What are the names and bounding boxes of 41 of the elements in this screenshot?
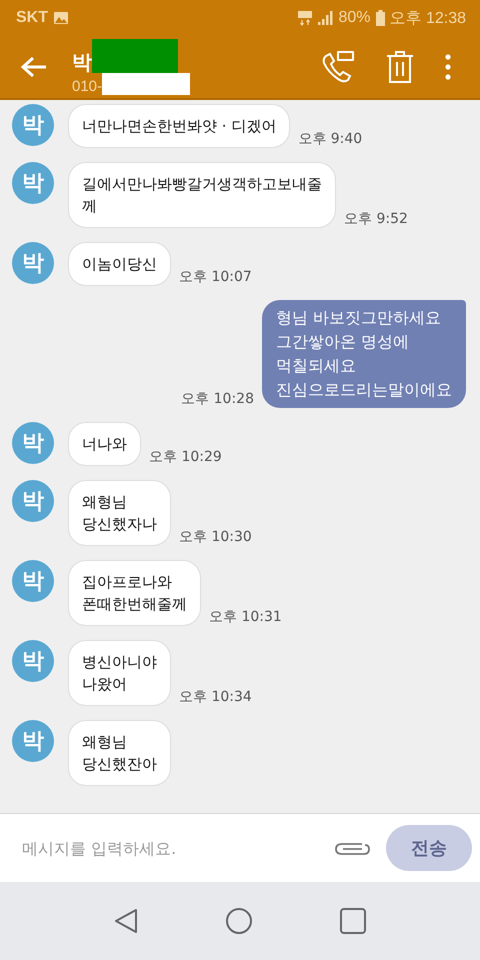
battery-icon — [376, 10, 385, 26]
home-nav-icon[interactable] — [225, 907, 253, 935]
recents-nav-icon[interactable] — [339, 907, 367, 935]
back-nav-icon[interactable] — [113, 907, 139, 935]
message-time: 오후 10:29 — [149, 448, 222, 466]
message-time: 오후 10:31 — [209, 608, 282, 626]
message-time: 오후 10:30 — [179, 528, 252, 546]
avatar: 박 — [12, 480, 54, 522]
avatar: 박 — [12, 720, 54, 762]
message-time: 오후 10:07 — [179, 268, 252, 286]
message-bubble: 이놈이당신 — [68, 242, 171, 286]
message-bubble: 왜형님 당신했자나 — [68, 480, 171, 546]
avatar: 박 — [12, 162, 54, 204]
clock: 오후 12:38 — [390, 8, 466, 28]
avatar: 박 — [12, 560, 54, 602]
back-arrow-icon[interactable] — [20, 55, 48, 79]
message-bubble: 왜형님 당신했잔아 — [68, 720, 171, 786]
contact-name: 박 — [72, 51, 92, 73]
signal-icon — [317, 10, 334, 26]
image-notification-icon — [53, 11, 69, 25]
message-time: 오후 9:52 — [344, 210, 408, 228]
message-bubble: 병신아니야 나왔어 — [68, 640, 171, 706]
avatar: 박 — [12, 242, 54, 284]
avatar: 박 — [12, 640, 54, 682]
carrier-name: SKT — [16, 9, 48, 27]
message-bubble: 형님 바보짓그만하세요 그간쌓아온 명성에 먹칠되세요 진심으로드리는말이에요 — [262, 300, 466, 408]
message-bubble: 너만나면손한번봐얏 · 디겠어 — [68, 104, 290, 148]
message-bubble: 집아프로나와 폰때한번해줄께 — [68, 560, 201, 626]
trash-icon[interactable] — [386, 50, 414, 84]
message-bubble: 너나와 — [68, 422, 141, 466]
lte-icon — [298, 10, 312, 26]
message-bubble: 길에서만나봐빵갈거생객하고보내줄 께 — [68, 162, 336, 228]
avatar: 박 — [12, 104, 54, 146]
message-time: 오후 9:40 — [298, 130, 362, 148]
more-options-icon[interactable] — [444, 53, 452, 81]
battery-percent: 80% — [338, 9, 371, 27]
message-time: 오후 10:28 — [181, 390, 254, 408]
contact-number: 010- — [72, 78, 102, 95]
avatar: 박 — [12, 422, 54, 464]
message-time: 오후 10:34 — [179, 688, 252, 706]
hd-call-icon[interactable] — [320, 50, 356, 84]
